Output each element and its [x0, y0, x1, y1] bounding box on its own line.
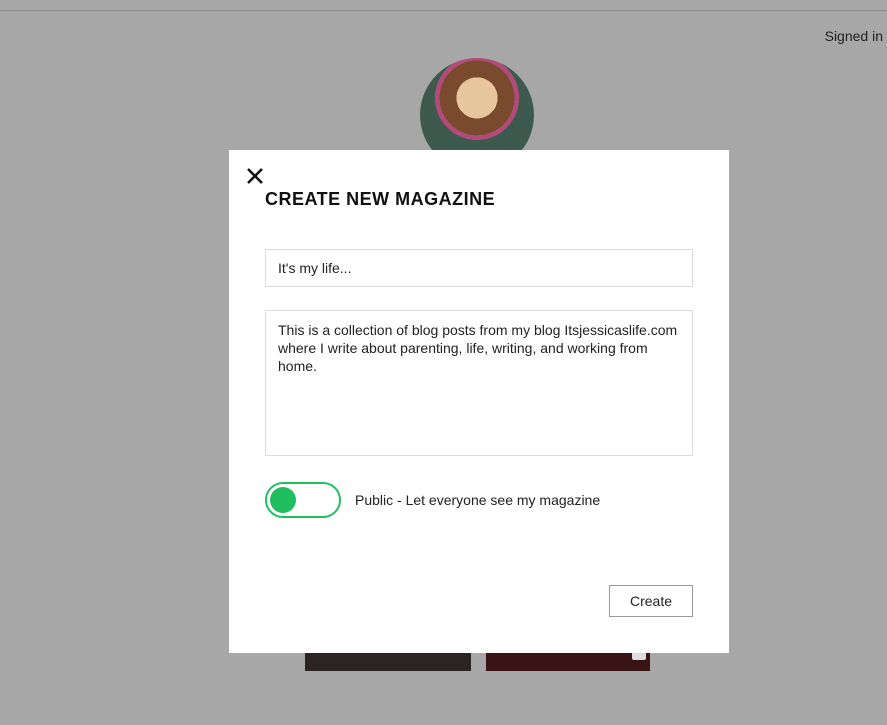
magazine-description-input[interactable]: This is a collection of blog posts from … — [265, 310, 693, 456]
create-magazine-modal: CREATE NEW MAGAZINE This is a collection… — [229, 150, 729, 653]
public-toggle[interactable] — [265, 482, 341, 518]
toggle-knob — [270, 487, 296, 513]
close-icon — [243, 164, 267, 188]
page-background: Signed in CREATE NEW MAGAZINE This is a … — [0, 0, 887, 725]
public-toggle-label: Public - Let everyone see my magazine — [355, 492, 600, 508]
create-button[interactable]: Create — [609, 585, 693, 617]
modal-title: CREATE NEW MAGAZINE — [265, 189, 495, 210]
signed-in-text: Signed in — [825, 28, 887, 44]
top-divider — [0, 10, 887, 11]
close-button[interactable] — [243, 164, 267, 188]
visibility-toggle-row: Public - Let everyone see my magazine — [265, 482, 600, 518]
magazine-title-input[interactable] — [265, 249, 693, 287]
